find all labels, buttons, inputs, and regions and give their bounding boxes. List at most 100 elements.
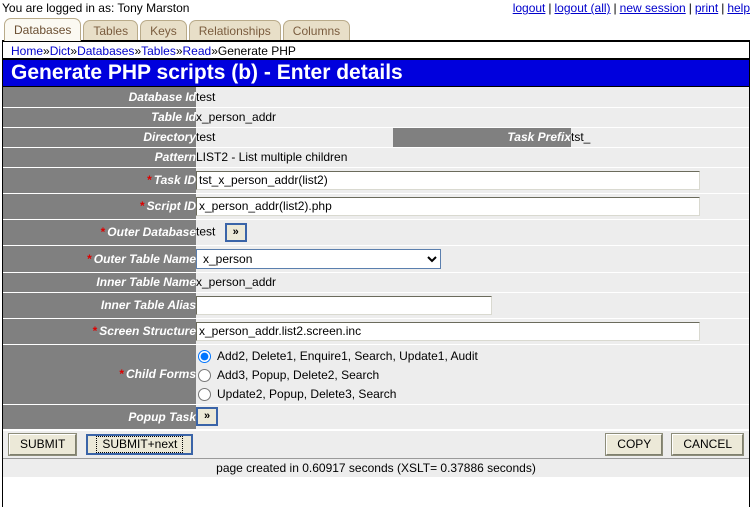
breadcrumb-read[interactable]: Read xyxy=(183,44,212,58)
value-database-id: test xyxy=(196,87,750,108)
cell-popup-task: » xyxy=(196,404,750,430)
table-row: Inner Table Name x_person_addr xyxy=(3,272,750,293)
required-marker: * xyxy=(139,199,145,213)
label-inner-table-alias: Inner Table Alias xyxy=(3,292,196,319)
label-text: Screen Structure xyxy=(99,324,196,338)
label-pattern: Pattern xyxy=(3,147,196,168)
value-directory: test xyxy=(196,127,393,148)
label-popup-task: Popup Task xyxy=(3,404,196,430)
label-text: Child Forms xyxy=(125,367,196,381)
child-forms-option-1[interactable]: Add2, Delete1, Enquire1, Search, Update1… xyxy=(196,347,749,366)
inner-table-alias-input[interactable] xyxy=(196,295,492,315)
main-panel: Home»Dict»Databases»Tables»Read»Generate… xyxy=(2,40,750,507)
tab-keys[interactable]: Keys xyxy=(140,20,187,41)
child-forms-radio-2[interactable] xyxy=(198,368,211,382)
breadcrumb: Home»Dict»Databases»Tables»Read»Generate… xyxy=(3,42,749,60)
label-directory: Directory xyxy=(3,127,196,148)
child-forms-label-2: Add3, Popup, Delete2, Search xyxy=(217,368,380,382)
logout-all-link[interactable]: logout (all) xyxy=(555,1,611,15)
table-row: Directory test Task Prefix tst_ xyxy=(3,127,750,148)
button-bar: SUBMIT SUBMIT+next COPY CANCEL xyxy=(3,429,749,458)
table-row: Database Id test xyxy=(3,87,750,108)
tab-strip: Databases Tables Keys Relationships Colu… xyxy=(0,16,752,41)
label-child-forms: * Child Forms xyxy=(3,344,196,405)
label-text: Script ID xyxy=(146,199,196,213)
label-script-id: * Script ID xyxy=(3,193,196,220)
details-form: Database Id test Table Id x_person_addr … xyxy=(3,87,750,430)
value-task-prefix: tst_ xyxy=(571,127,750,148)
link-separator: | xyxy=(548,1,552,15)
required-marker: * xyxy=(147,173,152,187)
child-forms-radio-1[interactable] xyxy=(198,349,211,363)
script-id-input[interactable] xyxy=(196,196,700,216)
cell-inner-table-alias xyxy=(196,292,750,319)
print-link[interactable]: print xyxy=(695,1,718,15)
label-task-id: * Task ID xyxy=(3,167,196,194)
link-separator: | xyxy=(721,1,725,15)
value-table-id: x_person_addr xyxy=(196,107,750,128)
link-separator: | xyxy=(613,1,617,15)
label-outer-database: * Outer Database xyxy=(3,219,196,246)
help-link[interactable]: help xyxy=(727,1,750,15)
child-forms-option-2[interactable]: Add3, Popup, Delete2, Search xyxy=(196,366,749,385)
table-row: Popup Task » xyxy=(3,404,750,430)
outer-table-name-select[interactable]: x_person xyxy=(196,248,441,269)
cell-outer-table-name: x_person xyxy=(196,245,750,273)
breadcrumb-home[interactable]: Home xyxy=(11,44,43,58)
table-row: * Outer Database test » xyxy=(3,219,750,246)
cell-script-id xyxy=(196,193,750,220)
outer-database-picker-button[interactable]: » xyxy=(224,222,247,242)
tab-relationships[interactable]: Relationships xyxy=(188,20,281,41)
breadcrumb-tables[interactable]: Tables xyxy=(141,44,176,58)
table-row: Inner Table Alias xyxy=(3,292,750,319)
breadcrumb-current: Generate PHP xyxy=(217,44,296,58)
link-separator: | xyxy=(688,1,692,15)
label-outer-table-name: * Outer Table Name xyxy=(3,245,196,273)
copy-button[interactable]: COPY xyxy=(605,432,664,456)
tab-columns[interactable]: Columns xyxy=(282,20,351,41)
label-database-id: Database Id xyxy=(3,87,196,108)
status-bar: page created in 0.60917 seconds (XSLT= 0… xyxy=(3,457,749,477)
required-marker: * xyxy=(87,251,92,266)
breadcrumb-dict[interactable]: Dict xyxy=(50,44,71,58)
child-forms-radio-3[interactable] xyxy=(198,387,211,401)
value-outer-database: test xyxy=(196,224,216,239)
child-forms-label-1: Add2, Delete1, Enquire1, Search, Update1… xyxy=(217,349,478,363)
label-inner-table-name: Inner Table Name xyxy=(3,272,196,293)
logout-link[interactable]: logout xyxy=(513,1,546,15)
table-row: * Task ID xyxy=(3,167,750,194)
cancel-button[interactable]: CANCEL xyxy=(671,432,744,456)
submit-next-label: SUBMIT+next xyxy=(96,435,184,453)
table-row: Pattern LIST2 - List multiple children xyxy=(3,147,750,168)
child-forms-label-3: Update2, Popup, Delete3, Search xyxy=(217,387,397,401)
top-links: logout | logout (all) | new session | print | he… xyxy=(513,1,750,15)
label-text: Outer Database xyxy=(107,225,196,239)
breadcrumb-databases[interactable]: Databases xyxy=(77,44,134,58)
table-row: Table Id x_person_addr xyxy=(3,107,750,128)
tab-databases[interactable]: Databases xyxy=(4,18,82,41)
value-pattern: LIST2 - List multiple children xyxy=(196,147,750,168)
popup-task-picker-button[interactable]: » xyxy=(196,407,218,426)
child-forms-option-3[interactable]: Update2, Popup, Delete3, Search xyxy=(196,385,749,404)
cell-outer-database: test » xyxy=(196,219,750,246)
screen-structure-input[interactable] xyxy=(196,321,700,341)
cell-child-forms: Add2, Delete1, Enquire1, Search, Update1… xyxy=(196,344,750,405)
page-root: You are logged in as: Tony Marston logou… xyxy=(0,0,752,507)
breadcrumb-separator: » xyxy=(211,44,218,58)
submit-button[interactable]: SUBMIT xyxy=(7,432,78,456)
submit-next-button[interactable]: SUBMIT+next xyxy=(86,433,194,455)
breadcrumb-separator: » xyxy=(175,44,183,58)
logged-in-status: You are logged in as: Tony Marston xyxy=(2,1,190,15)
label-screen-structure: * Screen Structure xyxy=(3,318,196,345)
page-title: Generate PHP scripts (b) - Enter details xyxy=(3,60,749,87)
label-text: Outer Table Name xyxy=(93,251,196,266)
new-session-link[interactable]: new session xyxy=(620,1,686,15)
task-id-input[interactable] xyxy=(196,170,700,190)
label-task-prefix: Task Prefix xyxy=(393,127,571,148)
label-table-id: Table Id xyxy=(3,107,196,128)
breadcrumb-separator: » xyxy=(43,44,50,58)
cell-screen-structure xyxy=(196,318,750,345)
tab-tables[interactable]: Tables xyxy=(83,20,139,41)
top-bar: You are logged in as: Tony Marston logou… xyxy=(0,0,752,16)
table-row: * Child Forms Add2, Delete1, Enquire1, Se… xyxy=(3,344,750,405)
